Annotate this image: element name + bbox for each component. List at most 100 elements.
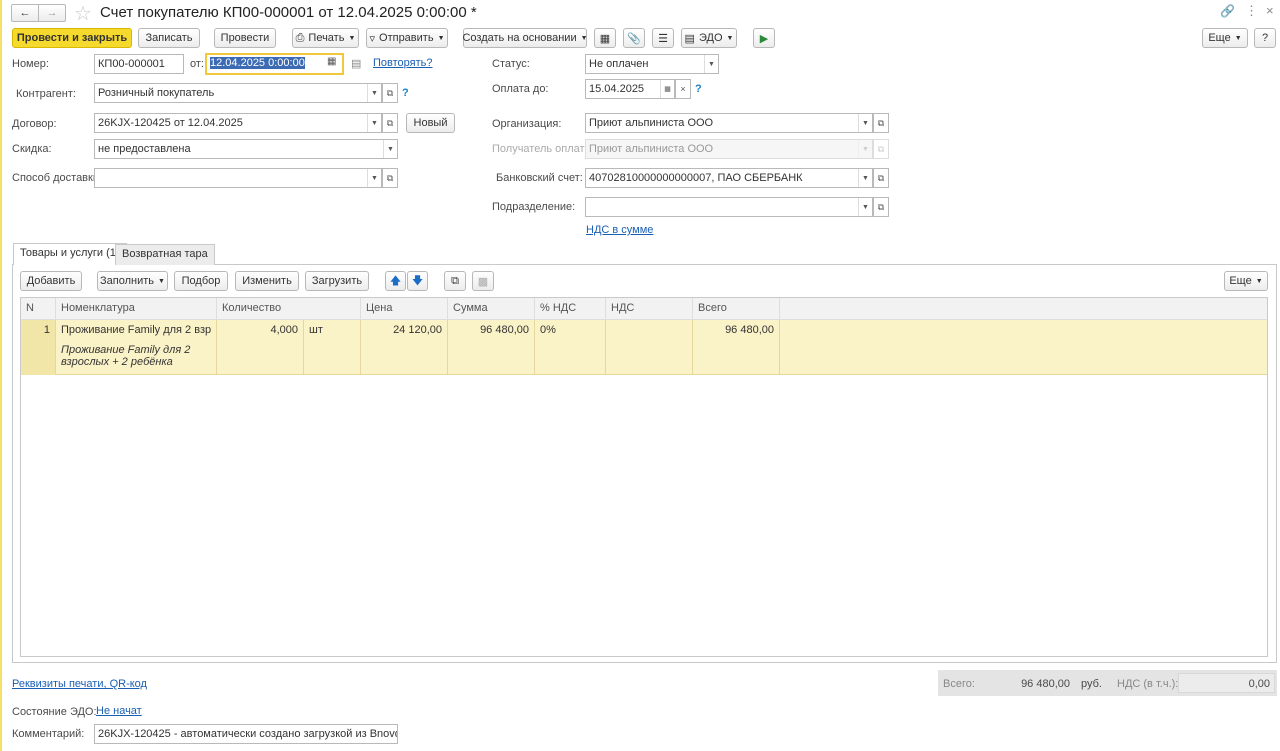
date-field[interactable]: 12.04.2025 0:00:00 bbox=[205, 53, 344, 75]
chevron-down-icon[interactable]: ▼ bbox=[858, 198, 872, 216]
column-header-n[interactable]: N bbox=[21, 298, 56, 320]
edo-icon: ▤ bbox=[684, 32, 695, 45]
org-field[interactable]: Приют альпиниста ООО ▼ bbox=[585, 113, 873, 133]
new-contract-button[interactable]: Новый bbox=[406, 113, 455, 133]
edo-state-link[interactable]: Не начат bbox=[96, 705, 142, 717]
repeat-link[interactable]: Повторять? bbox=[373, 57, 433, 69]
division-field[interactable]: ▼ bbox=[585, 197, 873, 217]
column-header-total[interactable]: Всего bbox=[693, 298, 780, 320]
edo-button[interactable]: ▤ ЭДО ▼ bbox=[681, 28, 737, 48]
post-and-close-button[interactable]: Провести и закрыть bbox=[12, 28, 132, 48]
run-icon[interactable]: ▶ bbox=[753, 28, 775, 48]
print-button[interactable]: ⎙ Печать ▼ bbox=[292, 28, 359, 48]
cell-sum[interactable]: 96 480,00 bbox=[448, 320, 535, 375]
chevron-down-icon[interactable]: ▼ bbox=[367, 169, 381, 187]
column-header-sum[interactable]: Сумма bbox=[448, 298, 535, 320]
pay-until-field[interactable]: 15.04.2025 ▦ bbox=[585, 79, 675, 99]
chevron-down-icon[interactable]: ▼ bbox=[704, 55, 718, 73]
column-header-price[interactable]: Цена bbox=[361, 298, 448, 320]
open-icon[interactable]: ⧉ bbox=[873, 197, 889, 217]
chevron-down-icon[interactable]: ▼ bbox=[367, 114, 381, 132]
from-label: от: bbox=[190, 58, 204, 70]
paperclip-icon[interactable]: 📎 bbox=[623, 28, 645, 48]
favorite-star-icon[interactable]: ☆ bbox=[74, 1, 92, 26]
cell-vat-rate[interactable]: 0% bbox=[535, 320, 606, 375]
send-button[interactable]: ▿ Отправить ▼ bbox=[366, 28, 448, 48]
pick-button[interactable]: Подбор bbox=[174, 271, 228, 291]
comment-label: Комментарий: bbox=[12, 728, 85, 740]
discount-value: не предоставлена bbox=[98, 143, 191, 155]
move-down-icon[interactable]: 🡇 bbox=[407, 271, 428, 291]
back-button[interactable]: ← bbox=[11, 4, 39, 22]
tab-goods[interactable]: Товары и услуги (1) bbox=[13, 243, 127, 265]
forward-button[interactable]: → bbox=[38, 4, 66, 22]
discount-field[interactable]: не предоставлена ▼ bbox=[94, 139, 398, 159]
division-label: Подразделение: bbox=[492, 201, 576, 213]
chevron-down-icon[interactable]: ▼ bbox=[858, 114, 872, 132]
save-button[interactable]: Записать bbox=[138, 28, 200, 48]
cell-total[interactable]: 96 480,00 bbox=[693, 320, 780, 375]
cell-unit[interactable]: шт bbox=[304, 320, 361, 375]
delivery-field[interactable]: ▼ bbox=[94, 168, 382, 188]
chevron-down-icon: ▼ bbox=[858, 140, 872, 158]
open-icon[interactable]: ⧉ bbox=[382, 113, 398, 133]
open-icon: ⧉ bbox=[873, 139, 889, 159]
column-header-vat-rate[interactable]: % НДС bbox=[535, 298, 606, 320]
copy-icon[interactable]: ⧉ bbox=[444, 271, 466, 291]
link-icon[interactable]: 🔗 bbox=[1220, 4, 1235, 18]
chevron-down-icon[interactable]: ▼ bbox=[367, 84, 381, 102]
open-icon[interactable]: ⧉ bbox=[382, 168, 398, 188]
edo-state-label: Состояние ЭДО: bbox=[12, 706, 97, 718]
column-header-item[interactable]: Номенклатура bbox=[56, 298, 217, 320]
bank-field[interactable]: 40702810000000000007, ПАО СБЕРБАНК ▼ bbox=[585, 168, 873, 188]
print-requisites-link[interactable]: Реквизиты печати, QR-код bbox=[12, 678, 147, 690]
paste-icon[interactable]: ▩ bbox=[472, 271, 494, 291]
create-based-button[interactable]: Создать на основании ▼ bbox=[462, 28, 588, 48]
cell-vat[interactable] bbox=[606, 320, 693, 375]
contract-field[interactable]: 26KJX-120425 от 12.04.2025 ▼ bbox=[94, 113, 382, 133]
column-header-qty[interactable]: Количество bbox=[217, 298, 361, 320]
chevron-down-icon[interactable]: ▼ bbox=[858, 169, 872, 187]
structure-icon[interactable]: ▦ bbox=[594, 28, 616, 48]
cell-n: 1 bbox=[21, 320, 56, 375]
item-description-line-2: взрослых + 2 ребёнка bbox=[61, 356, 173, 368]
counterparty-field[interactable]: Розничный покупатель ▼ bbox=[94, 83, 382, 103]
clear-icon[interactable]: × bbox=[675, 79, 691, 99]
add-button[interactable]: Добавить bbox=[20, 271, 82, 291]
repeat-icon: ▤ bbox=[351, 58, 362, 70]
counterparty-value: Розничный покупатель bbox=[98, 87, 215, 99]
load-button[interactable]: Загрузить bbox=[305, 271, 369, 291]
post-button[interactable]: Провести bbox=[214, 28, 276, 48]
contract-label: Договор: bbox=[12, 118, 57, 130]
open-icon[interactable]: ⧉ bbox=[382, 83, 398, 103]
document-list-icon[interactable]: ☰ bbox=[652, 28, 674, 48]
open-icon[interactable]: ⧉ bbox=[873, 168, 889, 188]
fill-button[interactable]: Заполнить ▼ bbox=[97, 271, 168, 291]
more-button[interactable]: Еще ▼ bbox=[1202, 28, 1248, 48]
total-label: Всего: bbox=[943, 678, 975, 690]
help-icon[interactable]: ? bbox=[695, 83, 702, 95]
close-icon[interactable]: × bbox=[1266, 3, 1274, 18]
column-header-vat[interactable]: НДС bbox=[606, 298, 693, 320]
edit-button[interactable]: Изменить bbox=[235, 271, 299, 291]
cell-qty[interactable]: 4,000 bbox=[217, 320, 304, 375]
help-icon[interactable]: ? bbox=[402, 87, 409, 99]
open-icon[interactable]: ⧉ bbox=[873, 113, 889, 133]
calendar-icon[interactable]: ▦ bbox=[327, 56, 336, 67]
move-up-icon[interactable]: 🡅 bbox=[385, 271, 406, 291]
chevron-down-icon[interactable]: ▼ bbox=[383, 140, 397, 158]
more-vert-icon[interactable]: ⋮ bbox=[1245, 3, 1258, 19]
cell-price[interactable]: 24 120,00 bbox=[361, 320, 448, 375]
table-more-label: Еще bbox=[1229, 275, 1252, 287]
chevron-down-icon: ▼ bbox=[1234, 34, 1242, 42]
vat-in-sum-link[interactable]: НДС в сумме bbox=[586, 224, 653, 236]
recipient-field: Приют альпиниста ООО ▼ bbox=[585, 139, 873, 159]
number-field[interactable]: КП00-000001 bbox=[94, 54, 184, 74]
status-field[interactable]: Не оплачен ▼ bbox=[585, 54, 719, 74]
comment-field[interactable]: 26KJX-120425 - автоматически создано заг… bbox=[94, 724, 398, 744]
help-button[interactable]: ? bbox=[1254, 28, 1276, 48]
tab-return-containers[interactable]: Возвратная тара bbox=[115, 244, 215, 265]
cell-item[interactable]: Проживание Family для 2 взро... Проживани… bbox=[56, 320, 217, 375]
table-more-button[interactable]: Еще ▼ bbox=[1224, 271, 1268, 291]
calendar-icon[interactable]: ▦ bbox=[660, 80, 674, 98]
